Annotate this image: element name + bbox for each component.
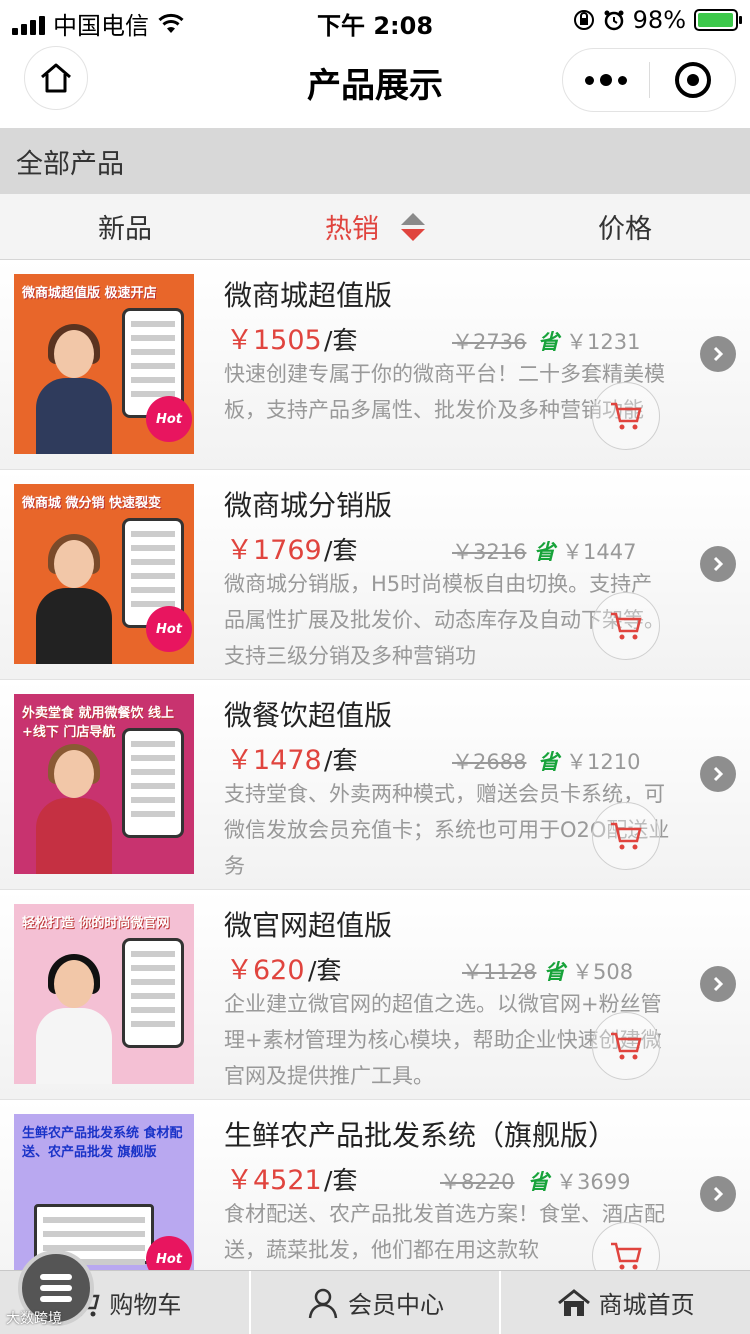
sort-hot-label: 热销 <box>325 214 379 245</box>
product-item[interactable]: 外卖堂食 就用微餐饮 线上+线下 门店导航 微餐饮超值版 ￥1478 /套 ￥2… <box>0 680 750 890</box>
save-label: 省 <box>538 330 559 354</box>
product-price: ￥1769 <box>226 535 322 566</box>
product-price: ￥1478 <box>226 745 322 776</box>
product-thumbnail: 外卖堂食 就用微餐饮 线上+线下 门店导航 <box>14 694 194 874</box>
chevron-right-icon[interactable] <box>700 756 736 792</box>
save-label: 省 <box>538 750 559 774</box>
product-list: 微商城超值版 极速开店 Hot 微商城超值版 ￥1505 /套 ￥2736 省 … <box>0 260 750 1310</box>
original-price: ￥3216 <box>452 540 527 564</box>
product-title: 微商城超值版 <box>224 279 393 312</box>
hot-badge: Hot <box>146 396 192 442</box>
sort-hot-tab[interactable]: 热销 <box>250 194 500 259</box>
thumbnail-caption: 外卖堂食 就用微餐饮 线上+线下 门店导航 <box>22 706 175 740</box>
sort-price-tab[interactable]: 价格 <box>500 194 750 259</box>
save-label: 省 <box>534 540 555 564</box>
save-amount: ￥1210 <box>566 750 641 774</box>
original-price: ￥8220 <box>440 1170 515 1194</box>
product-item[interactable]: 轻松打造 你的时尚微官网 微官网超值版 ￥620 /套 ￥1128 省 ￥508… <box>0 890 750 1100</box>
alarm-icon <box>604 10 624 31</box>
price-unit: /套 <box>308 956 342 985</box>
price-unit: /套 <box>324 326 358 355</box>
menu-icon <box>40 1274 72 1302</box>
product-title: 生鲜农产品批发系统（旗舰版） <box>224 1119 617 1152</box>
sort-new-tab[interactable]: 新品 <box>0 194 250 259</box>
save-amount: ￥1447 <box>562 540 637 564</box>
product-price: ￥4521 <box>226 1165 322 1196</box>
hot-badge: Hot <box>146 606 192 652</box>
status-bar: 中国电信 下午 2:08 98% <box>0 0 750 40</box>
save-label: 省 <box>528 1170 549 1194</box>
chevron-right-icon[interactable] <box>700 546 736 582</box>
product-thumbnail: 微商城 微分销 快速裂变 Hot <box>14 484 194 664</box>
original-price: ￥1128 <box>462 960 537 984</box>
save-amount: ￥1231 <box>566 330 641 354</box>
chevron-right-icon[interactable] <box>700 336 736 372</box>
product-title: 微官网超值版 <box>224 909 393 942</box>
save-label: 省 <box>544 960 565 984</box>
add-to-cart-button[interactable] <box>592 802 660 870</box>
tab-home-label: 商城首页 <box>598 1291 695 1319</box>
thumbnail-caption: 微商城 微分销 快速裂变 <box>22 496 162 511</box>
product-thumbnail: 微商城超值版 极速开店 Hot <box>14 274 194 454</box>
battery-icon <box>694 9 742 31</box>
chevron-right-icon[interactable] <box>700 1176 736 1212</box>
add-to-cart-button[interactable] <box>592 382 660 450</box>
user-icon <box>308 1288 338 1318</box>
price-unit: /套 <box>324 536 358 565</box>
product-item[interactable]: 微商城超值版 极速开店 Hot 微商城超值版 ￥1505 /套 ￥2736 省 … <box>0 260 750 470</box>
product-title: 微商城分销版 <box>224 489 393 522</box>
battery-fill <box>698 13 734 27</box>
more-dots-icon <box>585 75 594 85</box>
thumbnail-caption: 微商城超值版 极速开店 <box>22 286 157 301</box>
sort-arrows-icon <box>401 212 425 241</box>
product-item[interactable]: 微商城 微分销 快速裂变 Hot 微商城分销版 ￥1769 /套 ￥3216 省… <box>0 470 750 680</box>
product-price: ￥620 <box>226 955 305 986</box>
nav-bar: 产品展示 <box>0 40 750 128</box>
thumbnail-caption: 轻松打造 你的时尚微官网 <box>22 916 170 931</box>
save-amount: ￥3699 <box>556 1170 631 1194</box>
product-price: ￥1505 <box>226 325 322 356</box>
house-icon <box>557 1288 590 1316</box>
tab-member[interactable]: 会员中心 <box>251 1271 502 1334</box>
category-header: 全部产品 <box>0 128 750 194</box>
cart-icon <box>611 612 642 640</box>
sort-new-label: 新品 <box>98 214 152 245</box>
orientation-lock-icon <box>573 10 594 30</box>
cart-icon <box>611 822 642 850</box>
cart-icon <box>611 1032 642 1060</box>
sort-price-label: 价格 <box>598 214 652 245</box>
sort-bar: 新品 热销 价格 <box>0 194 750 260</box>
battery-percent: 98% <box>632 6 686 34</box>
more-button[interactable] <box>563 49 649 111</box>
chevron-right-icon[interactable] <box>700 966 736 1002</box>
product-thumbnail: 轻松打造 你的时尚微官网 <box>14 904 194 1084</box>
original-price: ￥2688 <box>452 750 527 774</box>
cart-icon <box>611 1242 642 1270</box>
target-icon <box>674 62 711 98</box>
add-to-cart-button[interactable] <box>592 1012 660 1080</box>
cart-icon <box>611 402 642 430</box>
save-amount: ￥508 <box>572 960 634 984</box>
close-button[interactable] <box>650 49 735 111</box>
mini-program-capsule <box>562 48 736 112</box>
tab-member-label: 会员中心 <box>348 1291 444 1319</box>
bottom-tab-bar: 购物车 会员中心 商城首页 <box>0 1270 750 1334</box>
status-right: 98% <box>573 6 742 34</box>
watermark: 大数跨境 <box>6 1311 62 1327</box>
add-to-cart-button[interactable] <box>592 592 660 660</box>
tab-cart-label: 购物车 <box>109 1291 182 1319</box>
original-price: ￥2736 <box>452 330 527 354</box>
price-unit: /套 <box>324 746 358 775</box>
product-title: 微餐饮超值版 <box>224 699 393 732</box>
thumbnail-caption: 生鲜农产品批发系统 食材配送、农产品批发 旗舰版 <box>22 1126 183 1160</box>
price-unit: /套 <box>324 1166 358 1195</box>
tab-home[interactable]: 商城首页 <box>501 1271 750 1334</box>
